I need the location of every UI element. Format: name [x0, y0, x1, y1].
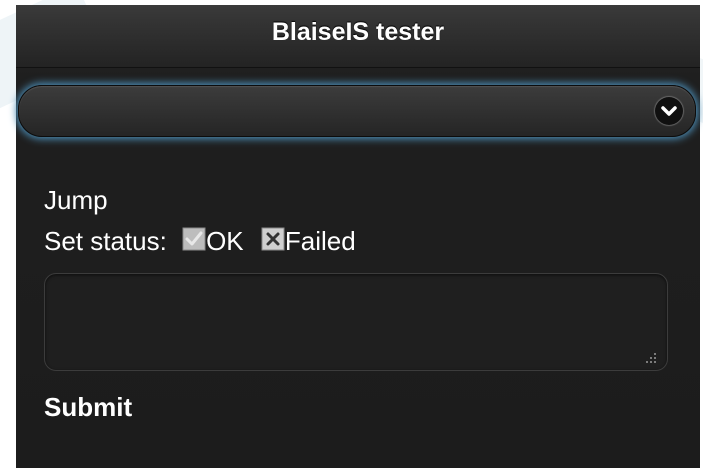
- status-ok-label[interactable]: OK: [206, 226, 244, 256]
- resize-grip-icon[interactable]: [643, 348, 657, 363]
- comment-textarea[interactable]: [44, 273, 668, 371]
- page-title: BlaiseIS tester: [271, 18, 445, 46]
- app-window: BlaiseIS tester Jump Set status: OK Fail…: [16, 5, 700, 468]
- status-row: Set status: OK Failed: [44, 223, 356, 257]
- x-icon[interactable]: [261, 226, 285, 251]
- submit-button[interactable]: Submit: [44, 391, 132, 423]
- page-select[interactable]: [18, 85, 696, 137]
- status-label: Set status:: [44, 226, 167, 257]
- check-icon[interactable]: [182, 226, 206, 251]
- header-bar: BlaiseIS tester: [16, 5, 700, 68]
- chevron-down-icon[interactable]: [655, 97, 683, 125]
- jump-link[interactable]: Jump: [44, 185, 108, 215]
- status-failed-label[interactable]: Failed: [285, 226, 356, 256]
